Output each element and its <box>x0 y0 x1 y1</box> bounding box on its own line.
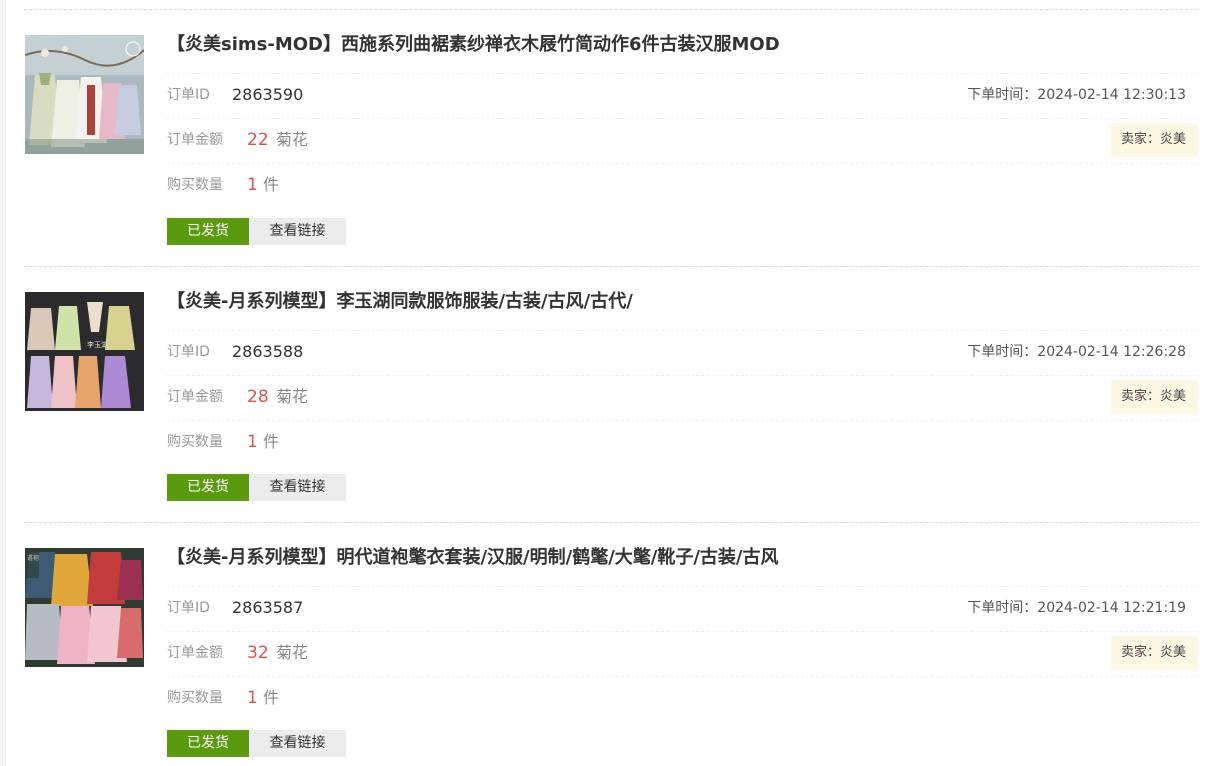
quantity-unit: 件 <box>263 688 280 707</box>
view-link-button[interactable]: 查看链接 <box>249 218 346 245</box>
quantity-row: 购买数量 1 件 <box>167 420 1198 462</box>
order-id-row: 订单ID 2863590 下单时间：2024-02-14 12:30:13 <box>167 73 1198 115</box>
order-id-value: 2863588 <box>232 342 304 361</box>
currency-unit: 菊花 <box>276 387 309 406</box>
left-scroll-edge <box>0 0 6 766</box>
currency-unit: 菊花 <box>276 130 309 149</box>
order-time: 下单时间：2024-02-14 12:30:13 <box>967 87 1186 103</box>
order-amount-value: 32 <box>247 643 269 663</box>
seller-badge: 卖家：炎美 <box>1110 380 1198 414</box>
order-time: 下单时间：2024-02-14 12:26:28 <box>967 344 1186 360</box>
quantity-row: 购买数量 1 件 <box>167 676 1198 718</box>
order-id-row: 订单ID 2863588 下单时间：2024-02-14 12:26:28 <box>167 330 1198 372</box>
product-title[interactable]: 【炎美-月系列模型】李玉湖同款服饰服装/古装/古风/古代/ <box>167 289 1197 315</box>
order-id-label: 订单ID <box>167 344 210 360</box>
quantity-label: 购买数量 <box>167 690 223 706</box>
order-id-row: 订单ID 2863587 下单时间：2024-02-14 12:21:19 <box>167 586 1198 628</box>
thumb-overlay-text: 道袍 <box>27 554 39 562</box>
hanfu-product-image <box>25 35 144 154</box>
order-amount-label: 订单金额 <box>167 389 223 405</box>
shipped-button[interactable]: 已发货 <box>167 730 249 757</box>
order-id-value: 2863590 <box>232 85 304 104</box>
seller-badge: 卖家：炎美 <box>1110 123 1198 157</box>
order-id-label: 订单ID <box>167 87 210 103</box>
order-amount-label: 订单金额 <box>167 645 223 661</box>
quantity-value: 1 <box>247 688 258 708</box>
order-time: 下单时间：2024-02-14 12:21:19 <box>967 600 1186 616</box>
product-thumbnail[interactable]: 道袍 <box>25 548 144 667</box>
order-card: 李玉湖 【炎美-月系列模型】李玉湖同款服饰服装/古装/古风/古代/ 订单ID 2… <box>24 266 1198 522</box>
order-card: 【炎美sims-MOD】西施系列曲裾素纱禅衣木屐竹简动作6件古装汉服MOD 订单… <box>24 9 1198 266</box>
order-amount-value: 28 <box>247 387 269 407</box>
order-list-page: 【炎美sims-MOD】西施系列曲裾素纱禅衣木屐竹简动作6件古装汉服MOD 订单… <box>0 0 1206 766</box>
product-title[interactable]: 【炎美sims-MOD】西施系列曲裾素纱禅衣木屐竹简动作6件古装汉服MOD <box>167 32 1197 58</box>
quantity-unit: 件 <box>263 175 280 194</box>
order-id-label: 订单ID <box>167 600 210 616</box>
product-title[interactable]: 【炎美-月系列模型】明代道袍氅衣套装/汉服/明制/鹤氅/大氅/靴子/古装/古风 <box>167 545 1197 571</box>
order-card: 道袍 【炎美-月系列模型】明代道袍氅衣套装/汉服/明制/鹤氅/大氅/靴子/古装/… <box>24 522 1198 766</box>
quantity-value: 1 <box>247 432 258 452</box>
quantity-label: 购买数量 <box>167 177 223 193</box>
order-amount-row: 订单金额 32 菊花 卖家：炎美 <box>167 631 1198 673</box>
quantity-row: 购买数量 1 件 <box>167 163 1198 205</box>
view-link-button[interactable]: 查看链接 <box>249 474 346 501</box>
view-link-button[interactable]: 查看链接 <box>249 730 346 757</box>
product-thumbnail[interactable]: 李玉湖 <box>25 292 144 411</box>
product-thumbnail[interactable] <box>25 35 144 154</box>
shipped-button[interactable]: 已发货 <box>167 218 249 245</box>
shipped-button[interactable]: 已发货 <box>167 474 249 501</box>
quantity-label: 购买数量 <box>167 434 223 450</box>
order-id-value: 2863587 <box>232 598 304 617</box>
order-amount-row: 订单金额 22 菊花 卖家：炎美 <box>167 118 1198 160</box>
order-amount-value: 22 <box>247 130 269 150</box>
seller-badge: 卖家：炎美 <box>1110 636 1198 670</box>
currency-unit: 菊花 <box>276 643 309 662</box>
order-amount-row: 订单金额 28 菊花 卖家：炎美 <box>167 375 1198 417</box>
thumb-overlay-text: 李玉湖 <box>87 340 108 349</box>
quantity-unit: 件 <box>263 432 280 451</box>
order-amount-label: 订单金额 <box>167 132 223 148</box>
ming-robe-image: 道袍 <box>25 548 144 667</box>
quantity-value: 1 <box>247 175 258 195</box>
costume-set-image: 李玉湖 <box>25 292 144 411</box>
